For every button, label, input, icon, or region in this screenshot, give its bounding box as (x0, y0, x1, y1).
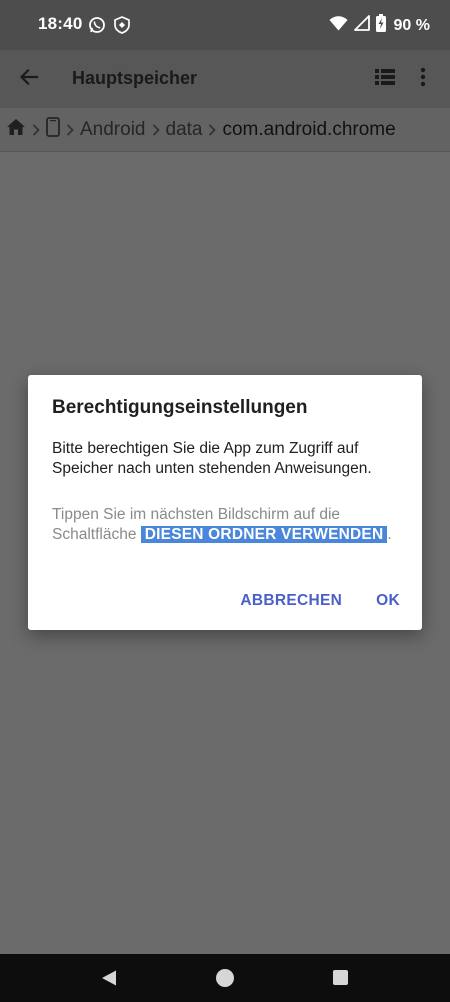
breadcrumb: Android data com.android.chrome (0, 108, 450, 152)
status-notification-icons (88, 16, 130, 39)
app-bar: Hauptspeicher (0, 50, 450, 108)
instruction-highlight: DIESEN ORDNER VERWENDEN (140, 526, 388, 543)
status-time: 18:40 (38, 14, 83, 33)
battery-percentage: 90 % (393, 16, 430, 34)
nav-recents-icon[interactable] (333, 970, 348, 985)
battery-charging-icon (375, 14, 386, 37)
breadcrumb-item-current[interactable]: com.android.chrome (222, 119, 395, 141)
chevron-right-icon (32, 123, 40, 136)
chevron-right-icon (152, 123, 160, 136)
breadcrumb-item-data[interactable]: data (166, 119, 203, 141)
wifi-icon (329, 15, 348, 36)
screen: 18:40 90 % Hauptspeicher Android data co… (0, 0, 450, 1002)
more-vert-icon (420, 67, 426, 92)
whatsapp-icon (88, 16, 106, 39)
home-icon[interactable] (6, 118, 26, 141)
dialog-message: Bitte berechtigen Sie die App zum Zugrif… (52, 440, 372, 477)
ok-button[interactable]: OK (376, 592, 400, 610)
back-arrow-icon (19, 67, 39, 92)
chevron-right-icon (66, 123, 74, 136)
dialog-title: Berechtigungseinstellungen (52, 397, 308, 418)
status-bar: 18:40 90 % (0, 0, 450, 50)
cancel-button[interactable]: ABBRECHEN (240, 592, 342, 610)
phone-icon[interactable] (46, 117, 60, 142)
permission-dialog: Berechtigungseinstellungen Bitte berecht… (28, 375, 422, 630)
back-button[interactable] (14, 64, 44, 94)
dialog-instruction: Tippen Sie im nächsten Bildschirm auf di… (52, 505, 398, 545)
instruction-suffix: . (387, 526, 392, 543)
breadcrumb-item-android[interactable]: Android (80, 119, 146, 141)
dialog-actions: ABBRECHEN OK (240, 592, 400, 610)
more-options-button[interactable] (408, 64, 438, 94)
chevron-right-icon (208, 123, 217, 136)
status-system-icons: 90 % (329, 14, 430, 37)
shield-icon (114, 16, 130, 39)
nav-home-icon[interactable] (216, 969, 234, 987)
system-navigation-bar (0, 954, 450, 1002)
list-view-button[interactable] (372, 66, 398, 92)
nav-back-icon[interactable] (100, 969, 118, 987)
page-title: Hauptspeicher (72, 68, 198, 88)
list-view-icon (375, 68, 395, 91)
cell-signal-icon (353, 15, 370, 36)
